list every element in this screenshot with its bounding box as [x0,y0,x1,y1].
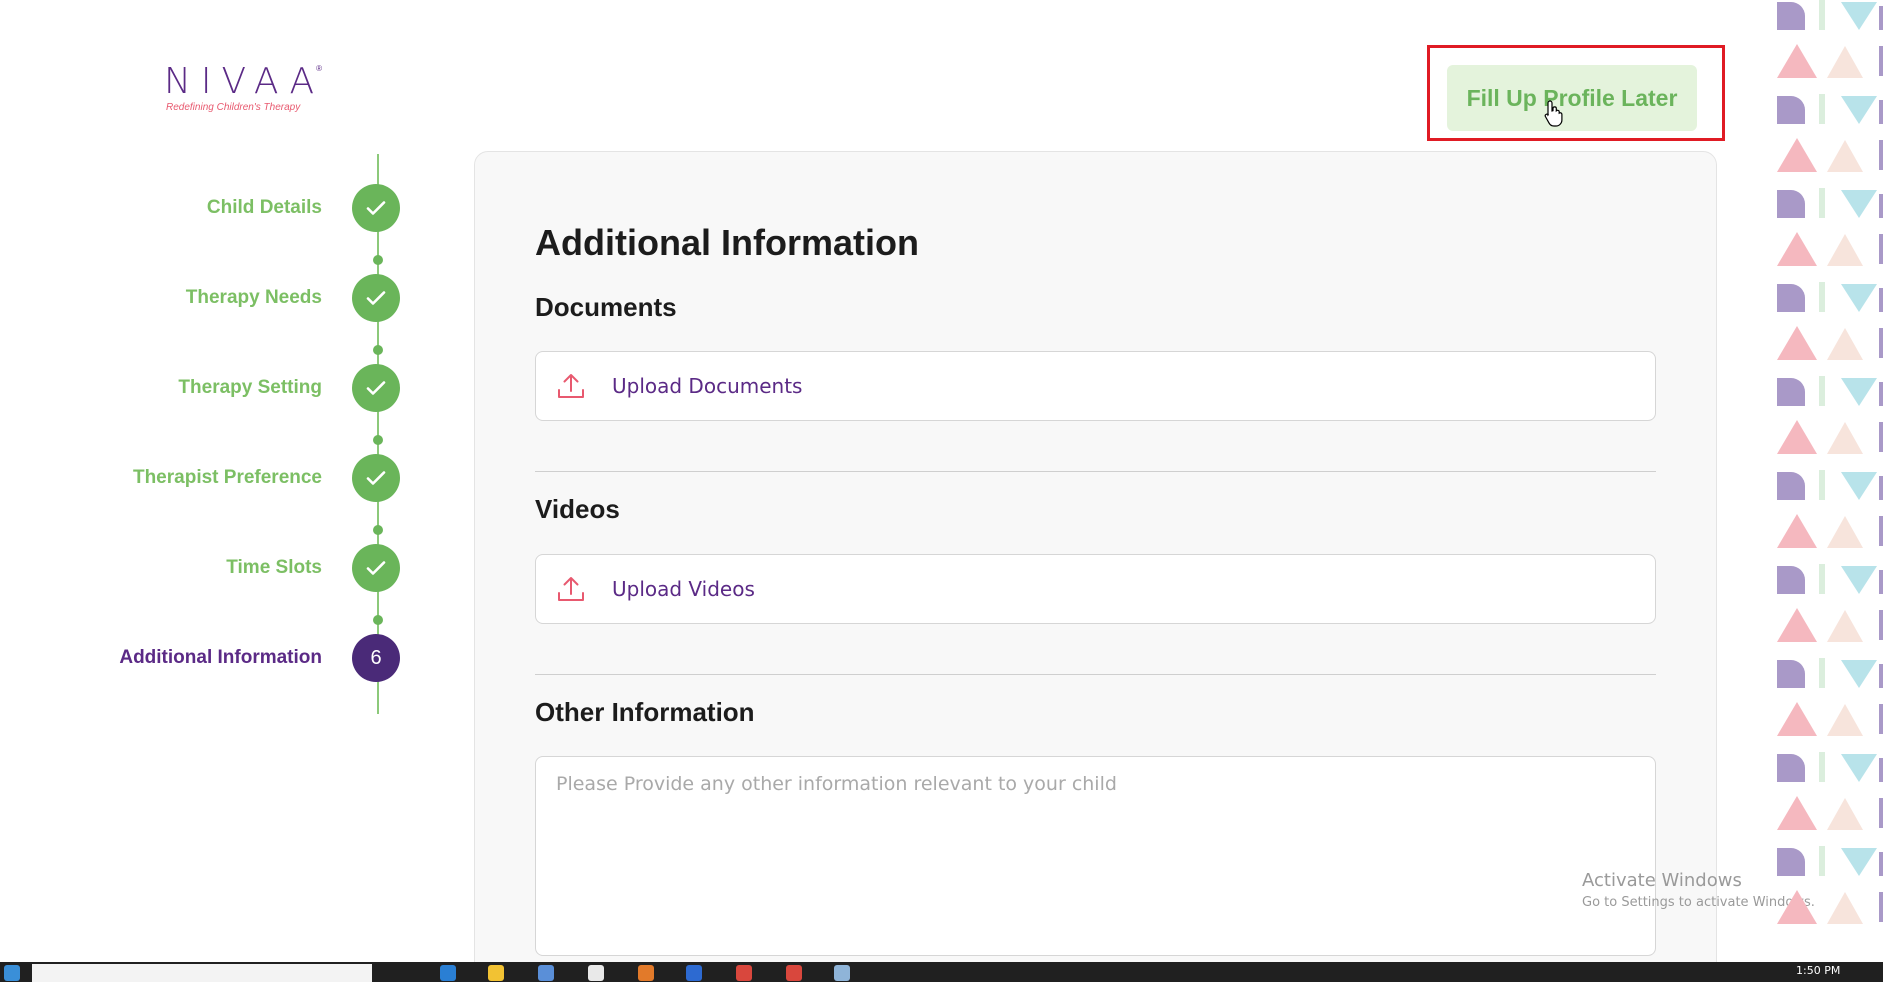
upload-icon [558,577,584,601]
taskbar-search[interactable] [32,964,372,982]
edge-icon[interactable] [440,965,456,981]
chrome-icon[interactable] [736,965,752,981]
step-label: Therapist Preference [132,467,322,488]
app-icon[interactable] [588,965,604,981]
documents-heading: Documents [535,292,677,322]
step-child-details[interactable]: Child Details [0,184,400,232]
page-title: Additional Information [535,222,919,263]
mail-icon[interactable] [686,965,702,981]
brand-logo[interactable]: NIVAA® Redefining Children's Therapy [164,61,325,114]
step-therapy-needs[interactable]: Therapy Needs [0,274,400,322]
step-connector-dot [373,345,383,355]
upload-documents-label: Upload Documents [612,374,803,398]
step-connector-dot [373,525,383,535]
firefox-icon[interactable] [638,965,654,981]
app-icon[interactable] [834,965,850,981]
fill-profile-later-button[interactable]: Fill Up Profile Later [1447,65,1697,131]
step-label: Time Slots [226,557,322,578]
store-icon[interactable] [538,965,554,981]
step-therapist-preference[interactable]: Therapist Preference [0,454,400,502]
step-label: Therapy Setting [178,377,322,398]
section-divider [535,674,1656,675]
upload-icon [558,374,584,398]
check-icon [352,454,400,502]
other-information-heading: Other Information [535,697,755,727]
progress-stepper: Child Details Therapy Needs Therapy Sett… [0,150,420,790]
step-therapy-setting[interactable]: Therapy Setting [0,364,400,412]
stepper-connector-line [377,154,379,714]
other-information-textarea[interactable] [535,756,1656,956]
decorative-shape-pattern [1777,0,1883,924]
step-connector-dot [373,615,383,625]
upload-videos-label: Upload Videos [612,577,755,601]
hand-cursor-icon [1544,100,1563,127]
upload-documents-button[interactable]: Upload Documents [535,351,1656,421]
brand-name: NIVAA [164,61,325,102]
windows-start-icon[interactable] [4,965,20,981]
file-explorer-icon[interactable] [488,965,504,981]
step-number-badge: 6 [352,634,400,682]
section-divider [535,471,1656,472]
brand-tagline: Redefining Children's Therapy [166,102,301,113]
step-additional-information[interactable]: Additional Information 6 [0,634,400,682]
taskbar-clock[interactable]: 1:50 PM [1796,964,1840,977]
step-label: Additional Information [119,647,322,668]
step-connector-dot [373,435,383,445]
upload-videos-button[interactable]: Upload Videos [535,554,1656,624]
videos-heading: Videos [535,494,620,524]
step-label: Child Details [206,197,322,218]
check-icon [352,274,400,322]
additional-information-card: Additional Information Documents Upload … [474,151,1717,982]
step-label: Therapy Needs [185,287,322,308]
step-time-slots[interactable]: Time Slots [0,544,400,592]
chrome-icon[interactable] [786,965,802,981]
registered-mark: ® [316,64,323,73]
os-taskbar: 1:50 PM [0,962,1883,982]
check-icon [352,184,400,232]
page: NIVAA® Redefining Children's Therapy Chi… [0,0,1883,982]
check-icon [352,364,400,412]
step-connector-dot [373,255,383,265]
check-icon [352,544,400,592]
